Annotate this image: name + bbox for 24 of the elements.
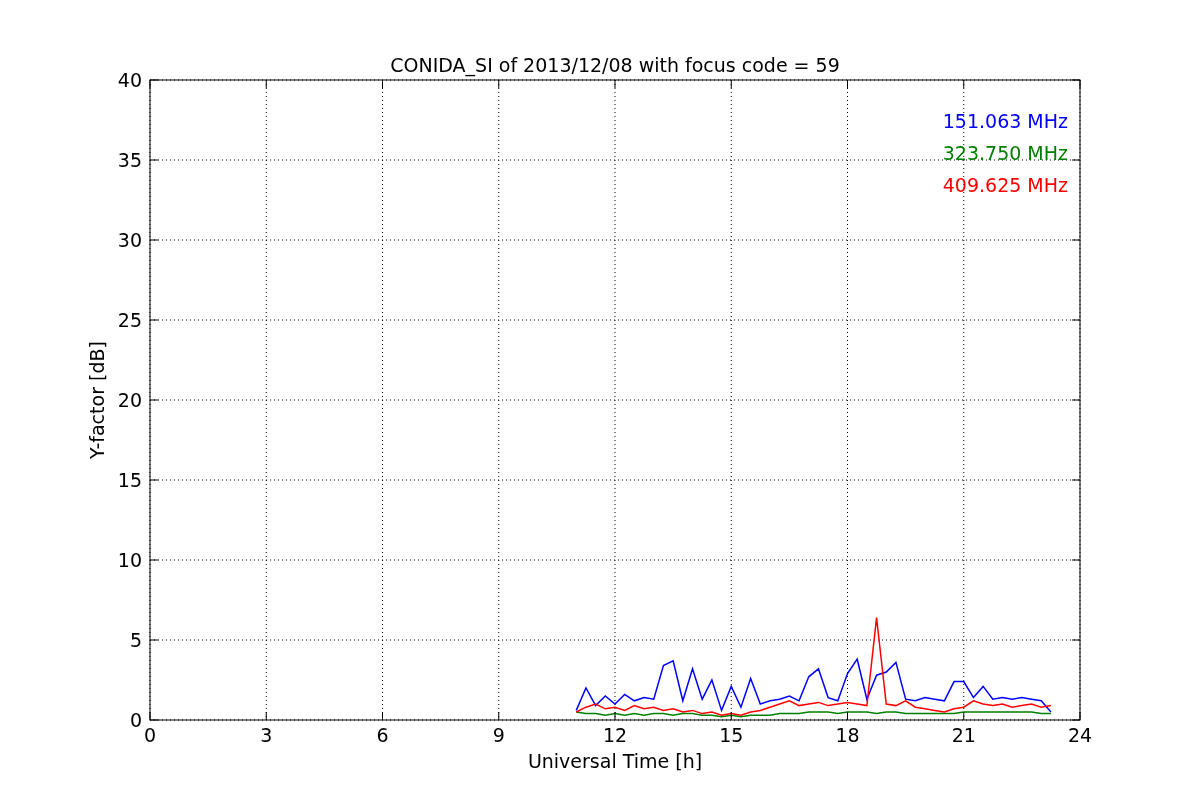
tick-label: 21 — [951, 724, 976, 746]
tick-label: 35 — [117, 149, 142, 171]
tick-label: 12 — [602, 724, 628, 746]
tick-label: 0 — [143, 724, 157, 746]
tick-label: 5 — [129, 629, 142, 651]
tick-label: 9 — [492, 724, 505, 746]
y-axis-label: Y-factor [dB] — [86, 341, 108, 459]
legend-label: 323.750 MHz — [942, 142, 1068, 164]
tick-label: 40 — [117, 69, 142, 91]
legend-label: 151.063 MHz — [942, 110, 1068, 132]
tick-label: 6 — [376, 724, 389, 746]
legend-label: 409.625 MHz — [942, 174, 1068, 196]
tick-label: 0 — [129, 709, 142, 731]
x-axis-label: Universal Time [h] — [527, 750, 703, 772]
tick-label: 25 — [117, 309, 142, 331]
tick-label: 30 — [117, 229, 142, 251]
tick-label: 18 — [835, 724, 860, 746]
chart-title: CONIDA_SI of 2013/12/08 with focus code = 59 — [390, 54, 840, 76]
tick-label: 15 — [117, 469, 142, 491]
tick-label: 20 — [117, 389, 142, 411]
tick-label: 10 — [117, 549, 142, 571]
tick-label: 15 — [719, 724, 744, 746]
tick-label: 3 — [260, 724, 273, 746]
tick-label: 24 — [1067, 724, 1093, 746]
